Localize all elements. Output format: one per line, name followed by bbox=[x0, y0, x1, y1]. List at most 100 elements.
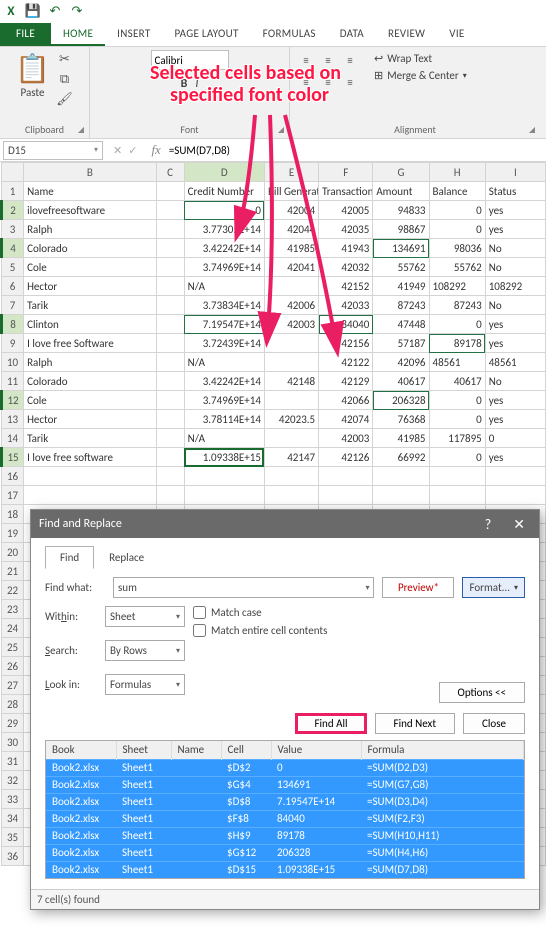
cell[interactable]: 42126 bbox=[319, 448, 373, 467]
row-header[interactable]: 12 bbox=[2, 391, 24, 410]
bold-button[interactable]: B bbox=[179, 77, 190, 91]
chevron-down-icon[interactable]: ▾ bbox=[365, 583, 369, 593]
font-name-input[interactable] bbox=[151, 50, 229, 70]
cell[interactable]: 0 bbox=[485, 429, 545, 448]
cell[interactable]: Transaction ID bbox=[319, 182, 373, 201]
col-header-f[interactable]: F bbox=[319, 163, 373, 182]
cancel-formula-icon[interactable]: ✕ bbox=[113, 144, 122, 157]
cell[interactable]: No bbox=[485, 372, 545, 391]
formula-input[interactable] bbox=[165, 142, 546, 159]
cell[interactable]: 206328 bbox=[373, 391, 429, 410]
results-col-name[interactable]: Name bbox=[171, 741, 221, 759]
tab-home[interactable]: HOME bbox=[51, 23, 105, 46]
row-header[interactable]: 30 bbox=[2, 733, 24, 752]
cell[interactable]: Cole bbox=[24, 258, 156, 277]
result-row[interactable]: Book2.xlsxSheet1$D$20=SUM(D2,D3) bbox=[46, 759, 524, 776]
cell[interactable]: 84040 bbox=[319, 315, 373, 334]
row-header[interactable]: 1 bbox=[2, 182, 24, 201]
cell[interactable]: Credit Number bbox=[184, 182, 264, 201]
cell[interactable]: 41985 bbox=[264, 239, 318, 258]
cell[interactable]: 7.19547E+14 bbox=[184, 315, 264, 334]
cell[interactable]: 40617 bbox=[373, 372, 429, 391]
results-list[interactable]: Book Sheet Name Cell Value Formula Book2… bbox=[45, 740, 525, 879]
select-all-corner[interactable] bbox=[2, 163, 24, 182]
cell[interactable]: Balance bbox=[429, 182, 485, 201]
cell[interactable]: 41985 bbox=[373, 429, 429, 448]
cell[interactable]: yes bbox=[485, 315, 545, 334]
font-launcher-icon[interactable]: ◢ bbox=[276, 125, 286, 135]
cell[interactable]: Colorado bbox=[24, 239, 156, 258]
row-header[interactable]: 29 bbox=[2, 714, 24, 733]
cell[interactable]: Bill Generated bbox=[264, 182, 318, 201]
cell[interactable]: 134691 bbox=[373, 239, 429, 258]
cell[interactable] bbox=[156, 201, 184, 220]
cell[interactable] bbox=[156, 486, 184, 505]
name-box[interactable]: D15 ▾ bbox=[3, 141, 103, 160]
cell[interactable]: 41943 bbox=[319, 239, 373, 258]
cell[interactable]: No bbox=[485, 258, 545, 277]
dialog-titlebar[interactable]: Find and Replace ? ✕ bbox=[31, 510, 539, 538]
cell[interactable] bbox=[156, 410, 184, 429]
cell[interactable] bbox=[156, 467, 184, 486]
cell[interactable]: 42152 bbox=[319, 277, 373, 296]
cell[interactable]: 42147 bbox=[264, 448, 318, 467]
cell[interactable]: 3.73834E+14 bbox=[184, 296, 264, 315]
col-header-e[interactable]: E bbox=[264, 163, 318, 182]
match-entire-input[interactable] bbox=[193, 624, 206, 637]
cell[interactable] bbox=[156, 429, 184, 448]
align-center-icon[interactable]: ≡ bbox=[318, 72, 338, 92]
row-header[interactable]: 16 bbox=[2, 467, 24, 486]
cell[interactable]: 57187 bbox=[373, 334, 429, 353]
cell[interactable]: 48561 bbox=[429, 353, 485, 372]
cell[interactable]: Tarik bbox=[24, 429, 156, 448]
row-header[interactable]: 4 bbox=[2, 239, 24, 258]
cell[interactable]: 42003 bbox=[264, 315, 318, 334]
cell[interactable]: 0 bbox=[429, 315, 485, 334]
result-row[interactable]: Book2.xlsxSheet1$D$87.19547E+14=SUM(D3,D… bbox=[46, 793, 524, 810]
cell[interactable]: No bbox=[485, 296, 545, 315]
align-middle-icon[interactable]: ≡ bbox=[318, 50, 338, 70]
cell[interactable]: 42041 bbox=[264, 258, 318, 277]
cell[interactable]: I love free Software bbox=[24, 334, 156, 353]
cell[interactable] bbox=[156, 258, 184, 277]
close-button[interactable]: Close bbox=[463, 713, 525, 734]
cell[interactable]: 55762 bbox=[429, 258, 485, 277]
align-top-icon[interactable]: ≡ bbox=[296, 50, 316, 70]
col-header-b[interactable]: B bbox=[24, 163, 156, 182]
tab-data[interactable]: DATA bbox=[328, 23, 376, 46]
tab-formulas[interactable]: FORMULAS bbox=[251, 23, 328, 46]
wrap-text-button[interactable]: ↩ Wrap Text bbox=[370, 50, 471, 67]
cell[interactable]: 41949 bbox=[373, 277, 429, 296]
row-header[interactable]: 32 bbox=[2, 771, 24, 790]
cell[interactable]: 42023.5 bbox=[264, 410, 318, 429]
paste-button[interactable]: 📋 Paste bbox=[15, 50, 51, 108]
cell[interactable] bbox=[156, 372, 184, 391]
cell[interactable]: 42032 bbox=[319, 258, 373, 277]
cell[interactable]: 3.74969E+14 bbox=[184, 391, 264, 410]
cell[interactable]: yes bbox=[485, 220, 545, 239]
row-header[interactable]: 21 bbox=[2, 562, 24, 581]
cell[interactable] bbox=[156, 315, 184, 334]
cell[interactable]: yes bbox=[485, 201, 545, 220]
cell[interactable]: 48561 bbox=[485, 353, 545, 372]
copy-icon[interactable]: ⧉ bbox=[55, 70, 75, 88]
result-row[interactable]: Book2.xlsxSheet1$G$12206328=SUM(H4,H6) bbox=[46, 844, 524, 861]
cell[interactable]: Ralph bbox=[24, 353, 156, 372]
row-header[interactable]: 27 bbox=[2, 676, 24, 695]
cell[interactable]: yes bbox=[485, 391, 545, 410]
row-header[interactable]: 6 bbox=[2, 277, 24, 296]
col-header-i[interactable]: I bbox=[485, 163, 545, 182]
cell[interactable]: 94833 bbox=[373, 201, 429, 220]
align-right-icon[interactable]: ≡ bbox=[340, 72, 360, 92]
cell[interactable]: 42003 bbox=[319, 429, 373, 448]
cell[interactable] bbox=[156, 277, 184, 296]
tab-find[interactable]: Find bbox=[45, 546, 94, 569]
results-col-formula[interactable]: Formula bbox=[361, 741, 524, 759]
cell[interactable]: Hector bbox=[24, 410, 156, 429]
tab-replace[interactable]: Replace bbox=[94, 546, 159, 569]
enter-formula-icon[interactable]: ✓ bbox=[128, 144, 137, 157]
cell[interactable]: 42005 bbox=[319, 201, 373, 220]
row-header[interactable]: 15 bbox=[2, 448, 24, 467]
redo-icon[interactable]: ↷ bbox=[69, 4, 85, 20]
row-header[interactable]: 23 bbox=[2, 600, 24, 619]
